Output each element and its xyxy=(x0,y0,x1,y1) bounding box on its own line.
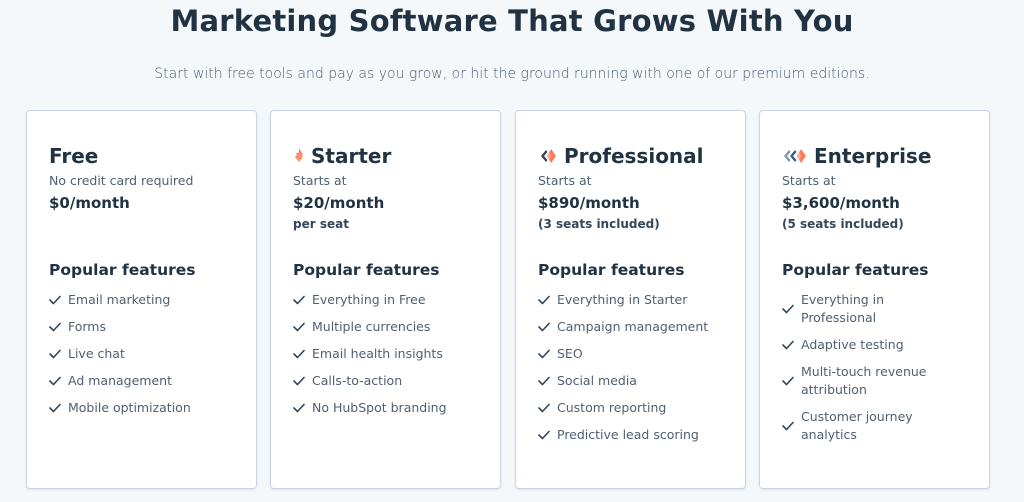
features-heading: Popular features xyxy=(782,261,929,279)
check-icon xyxy=(293,322,305,332)
feature-item: SEO xyxy=(538,345,733,363)
enterprise-sprocket-icon xyxy=(782,147,808,165)
check-icon xyxy=(782,376,794,386)
feature-list: Everything in Starter Campaign management… xyxy=(538,291,733,453)
check-icon xyxy=(538,376,550,386)
check-icon xyxy=(538,322,550,332)
feature-item: Adaptive testing xyxy=(782,336,977,354)
check-icon xyxy=(538,430,550,440)
plan-card-starter[interactable]: Starter Starts at $20/month per seat Pop… xyxy=(270,110,501,489)
check-icon xyxy=(49,295,61,305)
plan-note: Starts at xyxy=(293,173,347,188)
feature-label: Custom reporting xyxy=(557,400,667,415)
feature-label: Social media xyxy=(557,373,637,388)
starter-sprocket-icon xyxy=(293,147,305,165)
feature-item: Email marketing xyxy=(49,291,244,309)
check-icon xyxy=(49,376,61,386)
check-icon xyxy=(782,421,794,431)
feature-item: Live chat xyxy=(49,345,244,363)
feature-item: Multi-touch revenue attribution xyxy=(782,363,977,399)
feature-label: Mobile optimization xyxy=(68,400,191,415)
plan-price: $890/month xyxy=(538,194,640,212)
feature-label: Predictive lead scoring xyxy=(557,427,699,442)
check-icon xyxy=(782,340,794,350)
feature-label: Everything in Professional xyxy=(801,292,885,325)
plan-name: Professional xyxy=(564,144,704,168)
plan-card-free[interactable]: Free No credit card required $0/month Po… xyxy=(26,110,257,489)
plan-note: No credit card required xyxy=(49,173,194,188)
page-title: Marketing Software That Grows With You xyxy=(170,4,854,38)
plan-card-professional[interactable]: Professional Starts at $890/month (3 sea… xyxy=(515,110,746,489)
check-icon xyxy=(49,349,61,359)
features-heading: Popular features xyxy=(49,261,196,279)
feature-item: Mobile optimization xyxy=(49,399,244,417)
pricing-page: Marketing Software That Grows With You S… xyxy=(0,0,1024,502)
feature-item: Everything in Starter xyxy=(538,291,733,309)
plan-header: Professional xyxy=(538,143,735,169)
feature-label: Email health insights xyxy=(312,346,443,361)
plan-header: Starter xyxy=(293,143,490,169)
check-icon xyxy=(538,403,550,413)
plan-price: $20/month xyxy=(293,194,385,212)
page-subtitle: Start with free tools and pay as you gro… xyxy=(154,66,870,82)
feature-item: Multiple currencies xyxy=(293,318,488,336)
plan-price: $3,600/month xyxy=(782,194,900,212)
plan-price-sub: (3 seats included) xyxy=(538,217,660,231)
plan-card-enterprise[interactable]: Enterprise Starts at $3,600/month (5 sea… xyxy=(759,110,990,489)
plan-price-sub: per seat xyxy=(293,217,349,231)
check-icon xyxy=(293,349,305,359)
check-icon xyxy=(293,295,305,305)
feature-label: Calls-to-action xyxy=(312,373,403,388)
feature-label: Email marketing xyxy=(68,292,171,307)
check-icon xyxy=(538,295,550,305)
features-heading: Popular features xyxy=(538,261,685,279)
feature-item: Everything in Professional xyxy=(782,291,977,327)
professional-sprocket-icon xyxy=(538,147,558,165)
plan-price: $0/month xyxy=(49,194,130,212)
feature-label: Customer journey analytics xyxy=(801,409,913,442)
plan-name: Free xyxy=(49,144,99,168)
feature-item: Campaign management xyxy=(538,318,733,336)
feature-item: Customer journey analytics xyxy=(782,408,977,444)
check-icon xyxy=(293,376,305,386)
check-icon xyxy=(293,403,305,413)
feature-item: Calls-to-action xyxy=(293,372,488,390)
feature-label: Multiple currencies xyxy=(312,319,431,334)
check-icon xyxy=(538,349,550,359)
check-icon xyxy=(49,403,61,413)
plan-price-sub: (5 seats included) xyxy=(782,217,904,231)
plan-name: Enterprise xyxy=(814,144,932,168)
feature-item: Predictive lead scoring xyxy=(538,426,733,444)
features-heading: Popular features xyxy=(293,261,440,279)
plan-name: Starter xyxy=(311,144,392,168)
plan-price-sub xyxy=(49,217,246,233)
feature-item: Social media xyxy=(538,372,733,390)
feature-label: Campaign management xyxy=(557,319,709,334)
feature-label: Forms xyxy=(68,319,107,334)
feature-item: Email health insights xyxy=(293,345,488,363)
feature-item: Forms xyxy=(49,318,244,336)
feature-label: SEO xyxy=(557,346,583,361)
feature-label: Adaptive testing xyxy=(801,337,904,352)
plan-note: Starts at xyxy=(782,173,836,188)
check-icon xyxy=(782,304,794,314)
feature-item: Ad management xyxy=(49,372,244,390)
feature-label: Ad management xyxy=(68,373,172,388)
feature-item: Custom reporting xyxy=(538,399,733,417)
plan-header: Free xyxy=(49,143,246,169)
check-icon xyxy=(49,322,61,332)
feature-label: Everything in Free xyxy=(312,292,426,307)
feature-list: Everything in Free Multiple currencies Ema… xyxy=(293,291,488,426)
plan-note: Starts at xyxy=(538,173,592,188)
plan-header: Enterprise xyxy=(782,143,979,169)
feature-label: Everything in Starter xyxy=(557,292,688,307)
feature-list: Everything in Professional Adaptive testi… xyxy=(782,291,977,453)
feature-label: No HubSpot branding xyxy=(312,400,447,415)
feature-item: No HubSpot branding xyxy=(293,399,488,417)
feature-item: Everything in Free xyxy=(293,291,488,309)
feature-label: Multi-touch revenue attribution xyxy=(801,364,927,397)
feature-list: Email marketing Forms Live chat Ad manageme… xyxy=(49,291,244,426)
feature-label: Live chat xyxy=(68,346,125,361)
